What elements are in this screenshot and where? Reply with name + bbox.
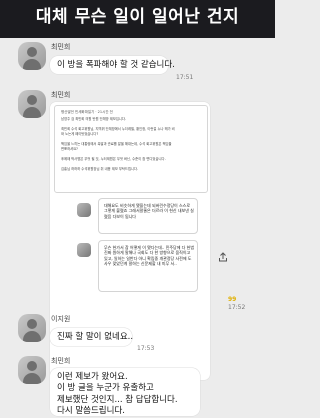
document-line: 와 노는게 페이탔었습니다? [61,132,99,136]
message-line: 이 방 글을 누군가 유출하고 [57,383,154,394]
message-bubble[interactable]: 이 방을 폭파해야 할 것 같습니다. [50,56,175,74]
message-bubble[interactable]: 진짜 할 말이 없네요.. [50,328,133,346]
video-headline: 대체 무슨 일이 일어난 건지 [35,7,240,27]
document-line: 최민희 수석 회고위원님, 지역위 단체방에서 누더레필, 황인정, 이런걸 누… [61,127,175,131]
video-title-banner: 대체 무슨 일이 일어난 건지 [0,0,275,38]
shared-document: 평산발언 민세화파일기 · 21시간 전 남영주 검 최민희 의원 탄원 단체방… [54,105,208,193]
document-source: 평산발언 민세화파일기 · 21시간 전 [61,110,113,114]
document-line: 남영주 검 최민희 의원 탄원 단체방 제보입니다. [61,117,126,121]
sender-name: 최민희 [51,91,71,99]
quoted-message-card: 대해요도 비슷하게 됐을는데 되버린수정당이 스스로 그렇게 불렸죠 그래서말줄… [77,198,198,234]
share-icon[interactable] [218,252,228,262]
chat-room[interactable]: 최민희 이 방을 폭파해야 할 것 같습니다. 17:51 최민희 평산발언 민… [0,38,275,416]
message-time: 17:51 [176,74,194,81]
message-line: 다시 말씀드립니다. [57,406,125,417]
unread-count: 99 [228,296,237,303]
avatar[interactable] [18,314,46,342]
sender-name: 이지원 [51,315,71,323]
avatar [77,203,91,217]
quoted-message-text: 무슨 헌가서 참 어떻게 이 됐다는데.. 민주당에 다 헌법진짜 원하게 말해… [104,245,194,267]
document-line: 면뽀하셔요? [61,147,78,151]
sender-name: 최민희 [51,357,71,365]
message-line: 이런 제보가 왔어요. [57,372,128,382]
sender-name: 최민희 [51,43,71,51]
message-line: 제보했단 것인지... 참 답답합니다. [57,394,178,405]
document-line: 김홍님 하하하 수석위원장님 취 내용 제보 부탁드립니다. [61,167,139,171]
quoted-message-text: 대해요도 비슷하게 됐을는데 되버린수정당이 스스로 그렇게 불렸죠 그래서말줄… [104,203,194,219]
avatar[interactable] [18,90,46,118]
avatar[interactable] [18,356,46,384]
document-line: 후에때 박사명은 무엇 될 것, 누터제원은 무엇 버닌, 수준이 참 면디었습… [61,157,166,161]
document-line: 책임을 느끼는 대통령에서 촉발과 관료를 말을 해대는데, 수석 회고위원은 … [61,142,172,146]
message-time: 17:52 [228,304,246,311]
quoted-message-card: 무슨 헌가서 참 어떻게 이 됐다는데.. 민주당에 다 헌법진짜 원하게 말해… [77,240,198,292]
avatar [77,243,91,257]
message-bubble[interactable]: 이런 제보가 왔어요. 이 방 글을 누군가 유출하고 제보했단 것인지... … [50,368,200,416]
avatar[interactable] [18,42,46,70]
message-time: 17:53 [137,345,155,352]
